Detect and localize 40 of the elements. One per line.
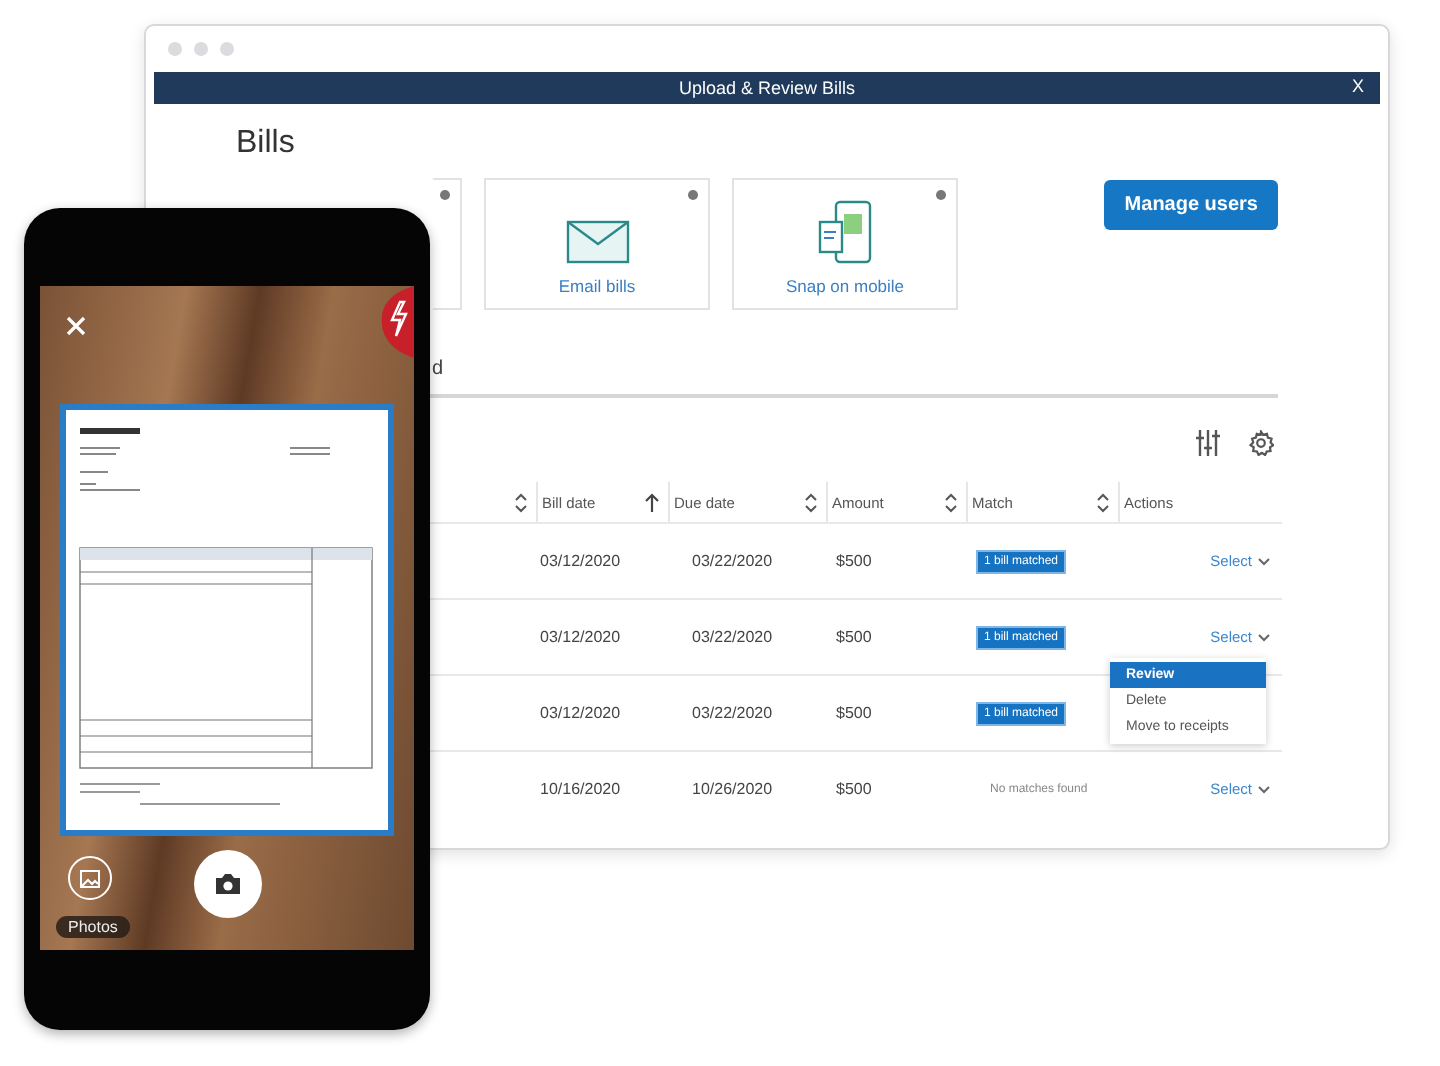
table-cell: $500 — [836, 628, 872, 646]
chevron-down-icon — [1258, 785, 1270, 793]
page-title: Bills — [236, 126, 297, 162]
envelope-icon — [565, 220, 629, 264]
card-label: Email bills — [558, 276, 636, 296]
table-cell: 03/22/2020 — [692, 552, 773, 570]
gallery-icon[interactable] — [68, 856, 112, 900]
help-icon[interactable] — [688, 190, 698, 200]
table-cell: 03/22/2020 — [692, 704, 773, 722]
sort-icon[interactable] — [944, 491, 958, 513]
help-icon[interactable] — [936, 190, 946, 200]
table-cell: 03/22/2020 — [692, 628, 773, 646]
camera-icon — [214, 872, 242, 896]
tab-label[interactable]: d — [432, 357, 444, 379]
phone-receipt-icon — [815, 200, 875, 264]
table-cell: $500 — [836, 780, 872, 798]
sliders-icon[interactable] — [1196, 429, 1220, 455]
window-title: Upload & Review Bills — [678, 78, 856, 98]
table-cell: 03/12/2020 — [540, 552, 621, 570]
table-cell: 10/16/2020 — [540, 780, 621, 798]
table-cell: 03/12/2020 — [540, 628, 621, 646]
sort-ascending-icon[interactable] — [644, 491, 660, 513]
photos-label[interactable]: Photos — [56, 916, 130, 938]
close-icon[interactable] — [66, 316, 86, 336]
upload-option-card[interactable]: Email bills — [484, 178, 710, 310]
chevron-down-icon — [1258, 633, 1270, 641]
table-cell: 10/26/2020 — [692, 780, 773, 798]
sort-icon[interactable] — [514, 491, 528, 513]
chevron-down-icon — [1258, 557, 1270, 565]
manage-users-button[interactable]: Manage users — [1104, 180, 1278, 230]
close-button[interactable]: X — [1347, 74, 1368, 98]
sort-icon[interactable] — [1096, 491, 1110, 513]
sort-icon[interactable] — [804, 491, 818, 513]
table-cell: 03/12/2020 — [540, 704, 621, 722]
table-cell: $500 — [836, 704, 872, 722]
help-icon[interactable] — [440, 190, 450, 200]
table-cell: $500 — [836, 552, 872, 570]
settings-icon[interactable] — [1248, 429, 1274, 455]
card-label: Snap on mobile — [785, 276, 905, 296]
upload-option-card[interactable]: Snap on mobile — [732, 178, 958, 310]
